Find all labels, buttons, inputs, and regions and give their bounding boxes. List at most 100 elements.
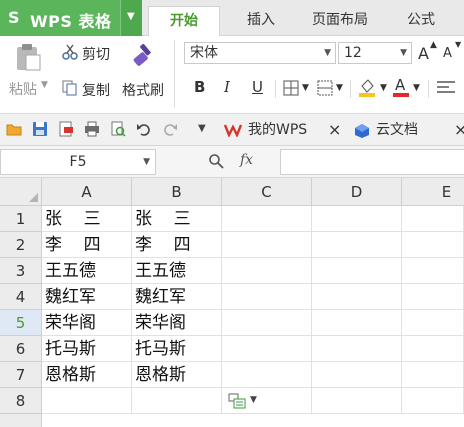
cell-d1[interactable] [312, 206, 402, 232]
zoom-search-icon[interactable] [208, 153, 224, 169]
tab-page-layout[interactable]: 页面布局 [298, 6, 382, 36]
cell-e5[interactable] [402, 310, 464, 336]
row-header[interactable]: 3 [0, 258, 42, 284]
tab-home[interactable]: 开始 [148, 6, 220, 37]
fill-color-icon[interactable] [358, 78, 376, 98]
scissors-icon[interactable] [62, 44, 78, 60]
column-header-c[interactable]: C [222, 178, 312, 206]
export-pdf-icon[interactable] [58, 121, 74, 137]
cut-button[interactable]: 剪切 [82, 44, 110, 64]
column-header-b[interactable]: B [132, 178, 222, 206]
tab-insert[interactable]: 插入 [226, 6, 296, 36]
insert-function-button[interactable]: fx [240, 152, 253, 168]
doc-tab-my-wps[interactable]: 我的WPS × [222, 118, 348, 144]
cell-a2[interactable]: 李 四 [42, 232, 132, 258]
cell-c1[interactable] [222, 206, 312, 232]
chevron-down-icon[interactable]: ▼ [41, 80, 48, 90]
cell-e7[interactable] [402, 362, 464, 388]
cell-a7[interactable]: 恩格斯 [42, 362, 132, 388]
cell-b8[interactable] [132, 388, 222, 414]
cell-c5[interactable] [222, 310, 312, 336]
formula-input[interactable] [280, 149, 464, 175]
cell-a6[interactable]: 托马斯 [42, 336, 132, 362]
cell-e3[interactable] [402, 258, 464, 284]
cell-b2[interactable]: 李 四 [132, 232, 222, 258]
app-menu-button[interactable]: S WPS 表格 ▼ [0, 0, 142, 36]
row-header[interactable]: 1 [0, 206, 42, 232]
cell-d7[interactable] [312, 362, 402, 388]
italic-button[interactable]: I [224, 78, 230, 96]
cell-b1[interactable]: 张 三 [132, 206, 222, 232]
cell-e8[interactable] [402, 388, 464, 414]
font-color-button[interactable]: A [393, 76, 409, 98]
app-menu-dropdown[interactable]: ▼ [120, 0, 142, 36]
paste-options-button[interactable]: ▼ [228, 392, 262, 410]
print-preview-icon[interactable] [110, 121, 126, 137]
cell-e6[interactable] [402, 336, 464, 362]
align-icon[interactable] [436, 79, 456, 97]
chevron-down-icon[interactable]: ▼ [380, 83, 387, 93]
cell-d8[interactable] [312, 388, 402, 414]
row-header[interactable]: 4 [0, 284, 42, 310]
row-header[interactable]: 7 [0, 362, 42, 388]
row-header-selected[interactable]: 5 [0, 310, 42, 336]
undo-icon[interactable] [136, 121, 152, 137]
merge-cells-icon[interactable] [317, 80, 333, 96]
cell-a3[interactable]: 王五德 [42, 258, 132, 284]
cell-c4[interactable] [222, 284, 312, 310]
tab-formulas[interactable]: 公式 [386, 6, 456, 36]
shrink-font-button[interactable]: A [443, 46, 452, 61]
chevron-down-icon[interactable]: ▼ [413, 83, 420, 93]
cell-c7[interactable] [222, 362, 312, 388]
save-icon[interactable] [32, 121, 48, 137]
open-folder-icon[interactable] [6, 121, 22, 137]
cell-a1[interactable]: 张 三 [42, 206, 132, 232]
font-size-select[interactable]: 12 ▼ [338, 42, 412, 64]
copy-icon[interactable] [62, 80, 78, 96]
column-header-e[interactable]: E [402, 178, 464, 206]
copy-button[interactable]: 复制 [82, 80, 110, 100]
close-icon[interactable]: × [454, 118, 464, 142]
cell-b3[interactable]: 王五德 [132, 258, 222, 284]
close-icon[interactable]: × [328, 118, 341, 142]
cell-b5[interactable]: 荣华阁 [132, 310, 222, 336]
font-name-select[interactable]: 宋体 ▼ [184, 42, 336, 64]
underline-button[interactable]: U [252, 78, 263, 96]
bold-button[interactable]: B [194, 78, 205, 96]
chevron-down-icon[interactable]: ▼ [336, 83, 343, 93]
chevron-down-icon[interactable]: ▼ [198, 123, 206, 134]
row-header[interactable]: 6 [0, 336, 42, 362]
cell-c2[interactable] [222, 232, 312, 258]
column-header-a[interactable]: A [42, 178, 132, 206]
row-header[interactable] [0, 414, 42, 427]
cell-d6[interactable] [312, 336, 402, 362]
row-header[interactable]: 2 [0, 232, 42, 258]
cell-e2[interactable] [402, 232, 464, 258]
print-icon[interactable] [84, 121, 100, 137]
chevron-down-icon[interactable]: ▼ [302, 83, 309, 93]
cell-a8[interactable] [42, 388, 132, 414]
paste-button[interactable] [14, 42, 42, 72]
format-painter-button[interactable]: 格式刷 [122, 80, 164, 100]
cell-d5[interactable] [312, 310, 402, 336]
cell-d4[interactable] [312, 284, 402, 310]
column-header-d[interactable]: D [312, 178, 402, 206]
doc-tab-cloud-docs[interactable]: 云文档 × [352, 118, 464, 144]
cell-a4[interactable]: 魏红军 [42, 284, 132, 310]
cell-e1[interactable] [402, 206, 464, 232]
cell-c6[interactable] [222, 336, 312, 362]
select-all-corner[interactable] [0, 178, 42, 206]
cell-b7[interactable]: 恩格斯 [132, 362, 222, 388]
cell-b4[interactable]: 魏红军 [132, 284, 222, 310]
redo-icon[interactable] [162, 121, 178, 137]
row-header[interactable]: 8 [0, 388, 42, 414]
name-box[interactable]: F5 ▼ [0, 149, 156, 175]
cell-e4[interactable] [402, 284, 464, 310]
borders-icon[interactable] [283, 80, 299, 96]
cell-c3[interactable] [222, 258, 312, 284]
grow-font-button[interactable]: A [418, 44, 429, 63]
cell-d3[interactable] [312, 258, 402, 284]
paintbrush-icon[interactable] [132, 42, 156, 66]
cell-b6[interactable]: 托马斯 [132, 336, 222, 362]
cell-d2[interactable] [312, 232, 402, 258]
